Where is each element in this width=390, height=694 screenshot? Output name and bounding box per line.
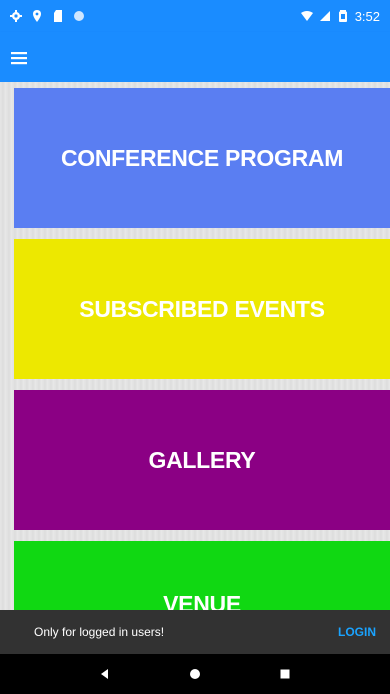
status-right-icons: 3:52: [300, 8, 380, 24]
tile-label: GALLERY: [148, 446, 256, 473]
home-icon[interactable]: [188, 667, 202, 681]
tile-label: VENUE: [163, 591, 241, 612]
back-icon[interactable]: [98, 667, 112, 681]
status-time: 3:52: [354, 8, 380, 24]
signal-icon: [319, 11, 330, 21]
location-icon: [33, 10, 41, 22]
tile-conference-program[interactable]: CONFERENCE PROGRAM: [14, 88, 390, 228]
snackbar-message: Only for logged in users!: [34, 625, 165, 639]
circle-icon: [74, 11, 84, 21]
tile-label: CONFERENCE PROGRAM: [60, 144, 344, 171]
wifi-icon: [300, 11, 313, 21]
phone-screen: 3:52 CONFERENCE PROGRAM SUBSCRIBED EVENT…: [0, 0, 390, 694]
tile-subscribed-events[interactable]: SUBSCRIBED EVENTS: [14, 239, 390, 379]
hamburger-menu-icon[interactable]: [10, 48, 32, 68]
battery-icon: [338, 10, 347, 22]
tile-label: SUBSCRIBED EVENTS: [79, 295, 325, 322]
sd-card-icon: [54, 10, 62, 22]
settings-icon: [10, 10, 22, 22]
navigation-bar: [0, 654, 390, 694]
login-button[interactable]: LOGIN: [338, 625, 376, 639]
recents-icon[interactable]: [278, 667, 292, 681]
tile-list: CONFERENCE PROGRAM SUBSCRIBED EVENTS GAL…: [0, 82, 390, 612]
tile-venue[interactable]: VENUE: [14, 541, 390, 612]
app-bar: [0, 32, 390, 82]
tile-gallery[interactable]: GALLERY: [14, 390, 390, 530]
status-left-icons: [10, 10, 85, 22]
status-bar: 3:52: [0, 0, 390, 32]
snackbar: Only for logged in users! LOGIN: [0, 610, 390, 654]
